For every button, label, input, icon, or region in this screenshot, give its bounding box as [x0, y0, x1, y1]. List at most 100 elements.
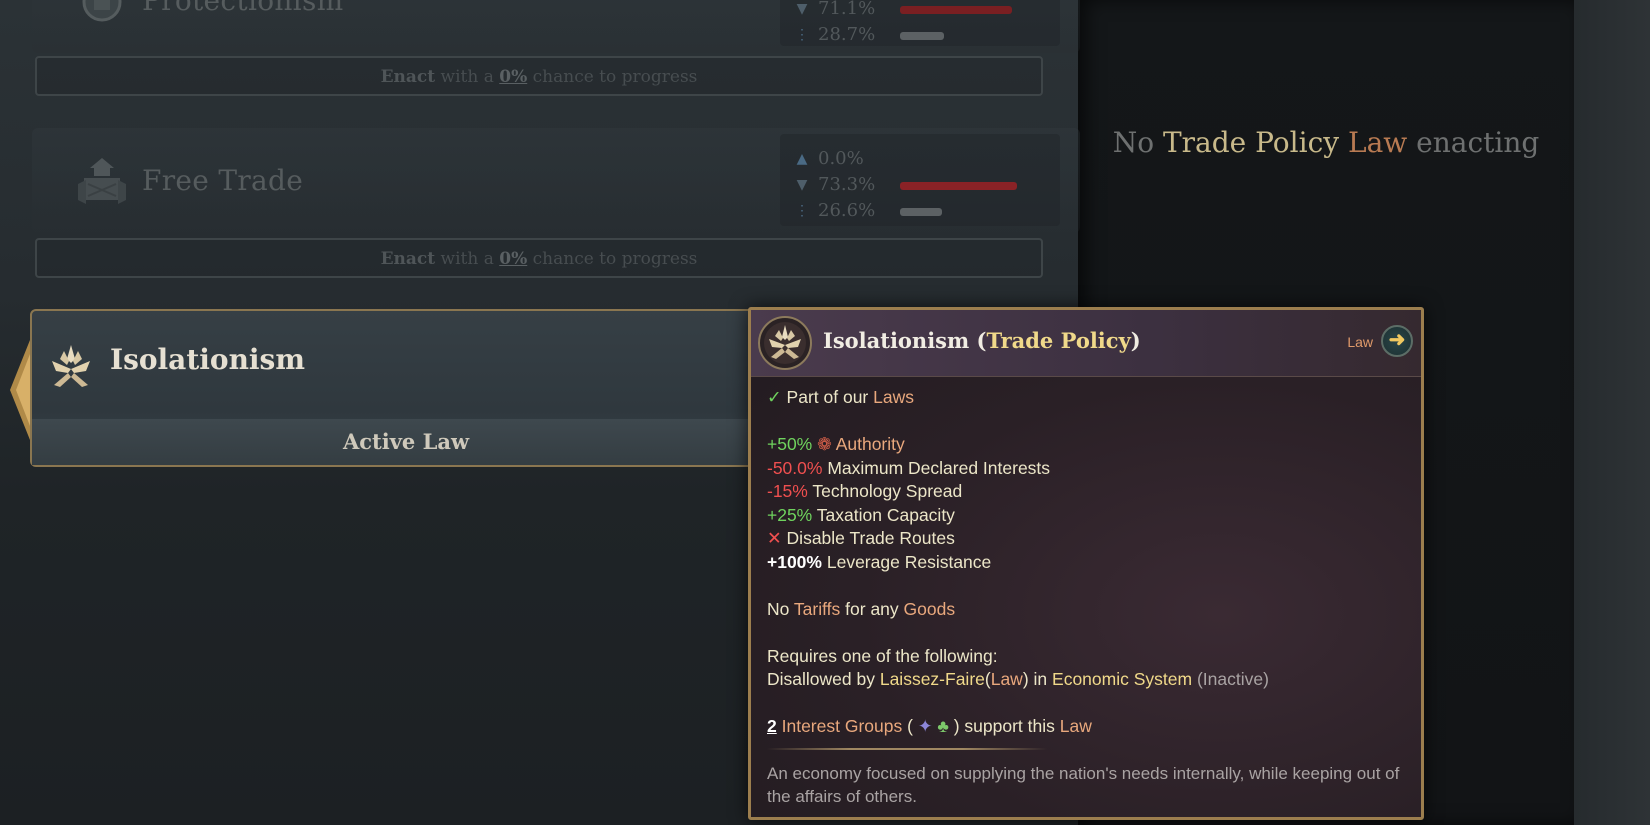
disallowed-line: Disallowed by Laissez-Faire(Law) in Econ… [767, 669, 1269, 689]
oppose-value: 73.3% [818, 174, 876, 195]
no-law-enacting-text: No Trade Policy Law enacting [1078, 126, 1574, 159]
arrow-right-icon[interactable]: ➜ [1381, 325, 1413, 357]
oppose-value: 71.1% [818, 0, 876, 19]
stat-neutral: ⋮ 28.7% [794, 24, 1054, 48]
effect-value: +100% [767, 552, 822, 572]
law-nav-label[interactable]: Law [1347, 334, 1373, 350]
laws-link[interactable]: Laws [873, 387, 914, 407]
thumbs-down-icon: ▼ [796, 1, 808, 17]
law-tooltip: Isolationism (Trade Policy) Law ➜ ✓ Part… [748, 307, 1424, 820]
disallowed-in: in [1033, 669, 1048, 689]
effect-label: Taxation Capacity [816, 505, 955, 525]
laissez-faire-link[interactable]: Laissez-Faire [880, 669, 985, 689]
law-tag-link[interactable]: Law [991, 669, 1023, 689]
law-link[interactable]: Law [1348, 126, 1407, 159]
effect-label: Leverage Resistance [826, 552, 992, 572]
enact-label: Enact [380, 67, 436, 87]
enact-middle: with a [440, 249, 494, 269]
effect-disable-trade-routes: ✕ Disable Trade Routes [767, 528, 955, 549]
effect-label: Technology Spread [812, 481, 963, 501]
stat-neutral: ⋮ 26.6% [794, 200, 1054, 224]
support-count: 2 [767, 716, 777, 736]
tooltip-divider [767, 748, 1047, 750]
part-of-laws-line: ✓ Part of our Laws [767, 387, 914, 408]
authority-icon: ❁ [817, 434, 832, 454]
law-card-protectionism[interactable]: Protectionism ▼ 71.1% ⋮ 28.7% [32, 0, 1080, 53]
screen-edge [1574, 0, 1650, 825]
tariffs-link[interactable]: Tariffs [794, 599, 840, 619]
enact-button-protectionism[interactable]: Enact with a 0% chance to progress [35, 56, 1043, 96]
enacting-word: enacting [1416, 126, 1540, 159]
landowners-icon: ♣ [937, 716, 949, 736]
thumbs-up-icon: ▲ [796, 151, 808, 167]
isolationism-icon [52, 345, 90, 387]
law-description: An economy focused on supplying the nati… [767, 764, 1400, 806]
part-of-prefix: Part of our [786, 387, 869, 407]
oppose-bar [900, 6, 1012, 14]
neutral-value: 28.7% [818, 24, 876, 45]
interest-groups-link[interactable]: Interest Groups [782, 716, 903, 736]
neutral-bar [900, 208, 942, 216]
no-word: No [1112, 126, 1155, 159]
disallowed-prefix: Disallowed by [767, 669, 875, 689]
effect-value: +50% [767, 434, 813, 454]
effect-value: -15% [767, 481, 808, 501]
cross-icon: ✕ [767, 528, 782, 548]
law-stats: ▲ 0.0% ▼ 73.3% ⋮ 26.6% [780, 134, 1060, 226]
support-line: 2 Interest Groups ( ✦ ♣ ) support this L… [767, 716, 1092, 736]
goods-link[interactable]: Goods [904, 599, 956, 619]
effect-taxation-capacity: +25% Taxation Capacity [767, 505, 955, 526]
enact-button-free-trade[interactable]: Enact with a 0% chance to progress [35, 238, 1043, 278]
support-law-link[interactable]: Law [1060, 716, 1092, 736]
neutral-icon: ⋮ [795, 203, 809, 219]
thumbs-down-icon: ▼ [796, 177, 808, 193]
active-marker-icon [10, 340, 30, 440]
effect-label: Maximum Declared Interests [827, 458, 1051, 478]
title-category[interactable]: Trade Policy [986, 328, 1130, 353]
stat-support: ▲ 0.0% [794, 148, 1054, 172]
requires-heading: Requires one of the following: [767, 646, 998, 666]
support-value: 0.0% [818, 148, 864, 169]
isolationism-badge-icon [758, 316, 812, 370]
oppose-bar [900, 182, 1017, 190]
law-stats: ▼ 71.1% ⋮ 28.7% [780, 0, 1060, 46]
tooltip-header: Isolationism (Trade Policy) Law ➜ [751, 310, 1421, 377]
effect-label[interactable]: Authority [836, 434, 905, 454]
protectionism-icon [82, 0, 122, 22]
effect-authority: +50% ❁ Authority [767, 434, 905, 455]
enact-middle: with a [440, 67, 494, 87]
active-law-label: Active Law [32, 419, 780, 465]
tooltip-title: Isolationism (Trade Policy) [823, 328, 1141, 353]
law-name: Free Trade [142, 164, 304, 197]
stat-oppose: ▼ 73.3% [794, 174, 1054, 198]
enact-label: Enact [380, 249, 436, 269]
tariffs-no: No [767, 599, 790, 619]
support-suffix: support this [964, 716, 1055, 736]
tariffs-line: No Tariffs for any Goods [767, 599, 955, 620]
checkmark-icon: ✓ [767, 387, 782, 407]
tariffs-for-any: for any [845, 599, 899, 619]
trade-policy-link[interactable]: Trade Policy [1163, 126, 1339, 159]
effect-value: +25% [767, 505, 813, 525]
effect-max-declared-interests: -50.0% Maximum Declared Interests [767, 458, 1050, 479]
rural-folk-icon: ✦ [917, 716, 933, 736]
effect-value: -50.0% [767, 458, 823, 478]
law-card-free-trade[interactable]: Free Trade ▲ 0.0% ▼ 73.3% ⋮ 26.6% [32, 128, 1080, 233]
effect-technology-spread: -15% Technology Spread [767, 481, 962, 502]
enact-chance: 0% [499, 67, 528, 87]
law-card-isolationism[interactable]: Isolationism Active Law [30, 309, 782, 467]
economic-system-link[interactable]: Economic System [1052, 669, 1192, 689]
neutral-value: 26.6% [818, 200, 876, 221]
law-name: Isolationism [110, 343, 305, 376]
neutral-bar [900, 32, 944, 40]
effect-label: Disable Trade Routes [786, 528, 955, 548]
effect-leverage-resistance: +100% Leverage Resistance [767, 552, 991, 573]
neutral-icon: ⋮ [795, 27, 809, 43]
title-law-name: Isolationism [823, 328, 970, 353]
disallowed-state: (Inactive) [1196, 669, 1269, 689]
law-name: Protectionism [142, 0, 344, 17]
enact-suffix: chance to progress [532, 67, 698, 87]
enact-suffix: chance to progress [532, 249, 698, 269]
free-trade-icon [78, 158, 126, 204]
enact-chance: 0% [499, 249, 528, 269]
